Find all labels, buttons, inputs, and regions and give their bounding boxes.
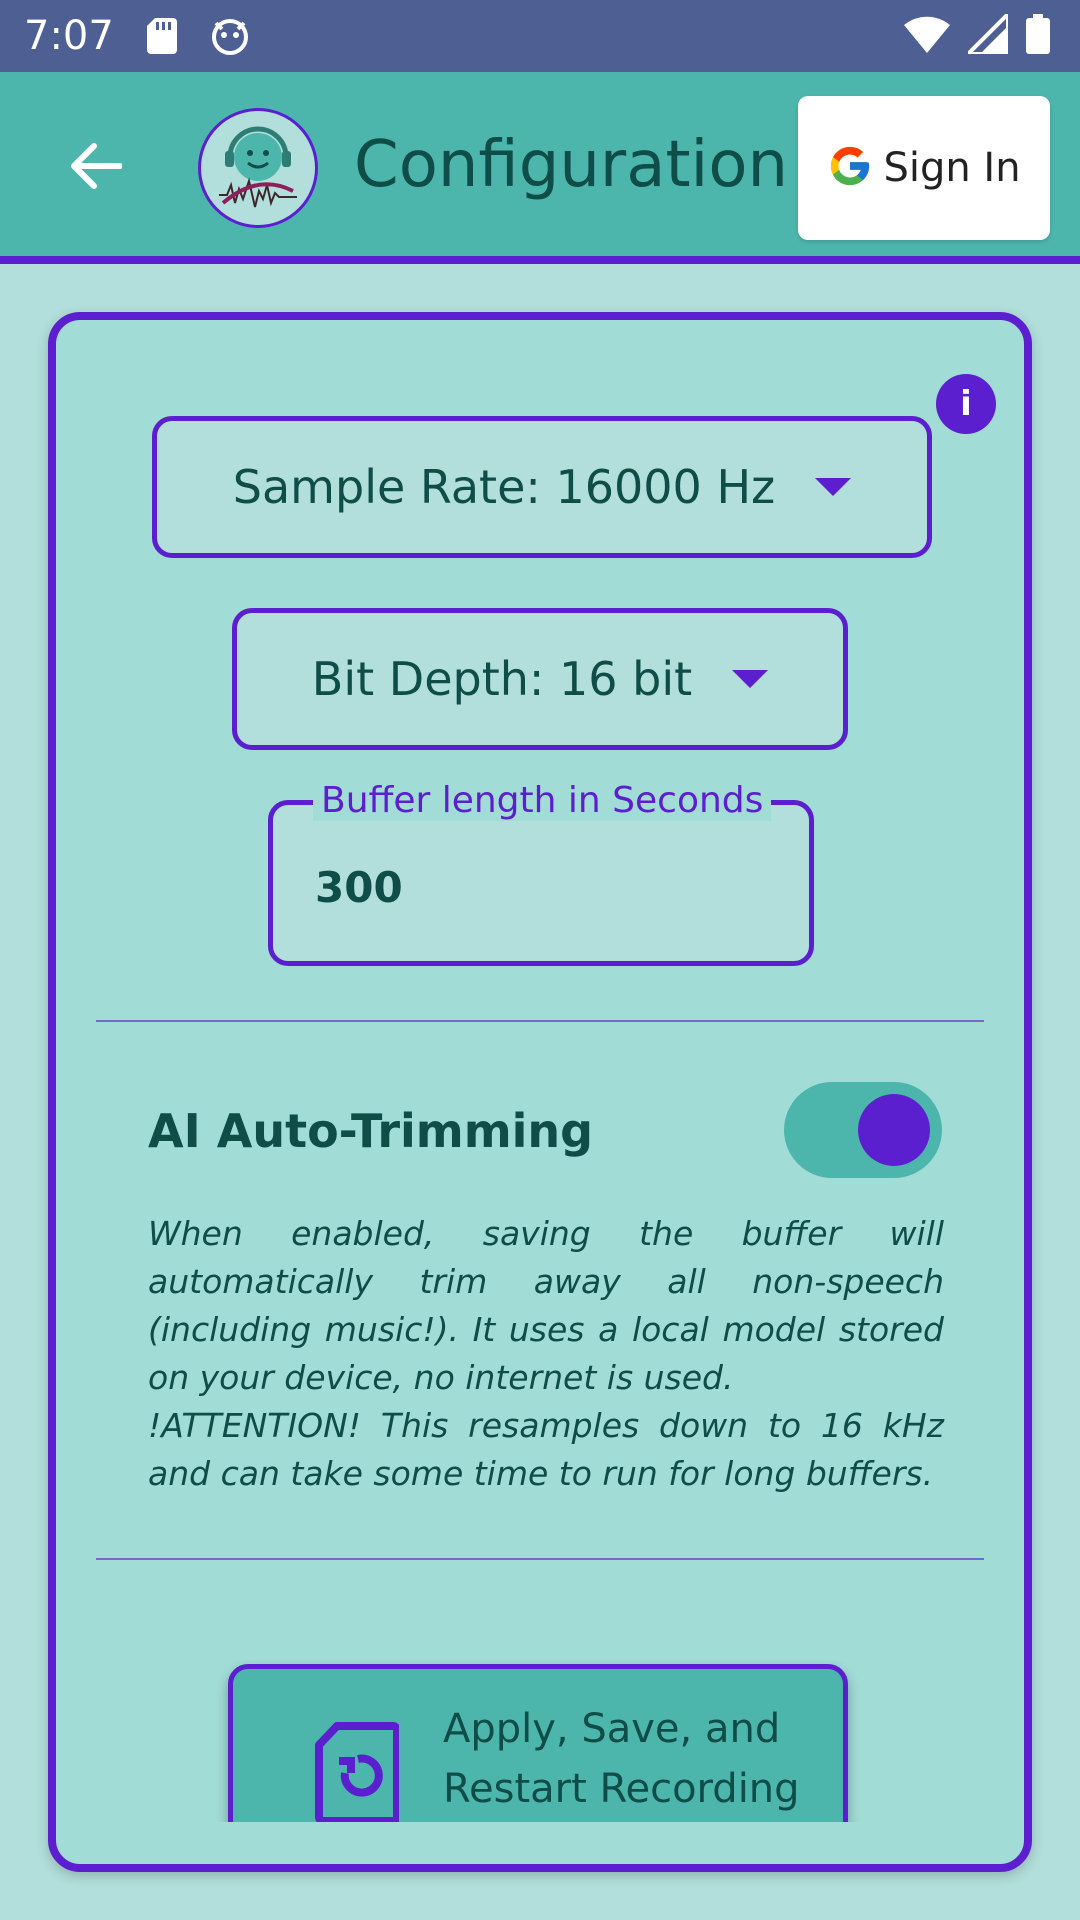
google-sign-in-button[interactable]: Sign In (798, 96, 1050, 240)
apply-save-restart-button[interactable]: Apply, Save, and Restart Recording (228, 1664, 848, 1822)
ai-trim-description: When enabled, saving the buffer will aut… (148, 1214, 944, 1493)
app-logo (198, 108, 318, 228)
dropdown-arrow-icon (732, 670, 769, 688)
divider (96, 1020, 984, 1022)
sample-rate-label: Sample Rate: 16000 Hz (232, 460, 776, 514)
dropdown-arrow-icon (815, 478, 852, 496)
sample-rate-dropdown[interactable]: Sample Rate: 16000 Hz (152, 416, 932, 558)
ai-trim-toggle[interactable] (784, 1082, 942, 1178)
page-title: Configuration (354, 128, 789, 202)
sd-card-icon (142, 16, 182, 56)
ai-trim-label: AI Auto-Trimming (148, 1104, 594, 1158)
divider (96, 1558, 984, 1560)
back-button[interactable] (58, 130, 134, 206)
status-time: 7:07 (24, 13, 114, 59)
cell-signal-icon (963, 9, 1010, 58)
sign-in-label: Sign In (883, 145, 1021, 191)
file-restart-icon (315, 1721, 401, 1822)
battery-icon (1026, 14, 1050, 58)
buffer-length-field[interactable]: Buffer length in Seconds 300 (268, 781, 814, 966)
status-bar: 7:07 (0, 0, 1080, 72)
config-card: i Sample Rate: 16000 Hz Bit Depth: 16 bi… (48, 312, 1032, 1872)
google-g-icon (827, 143, 873, 193)
notification-face-icon (210, 16, 250, 56)
app-bar: Configuration Sign In (0, 72, 1080, 264)
info-icon: i (960, 384, 972, 424)
toggle-knob (858, 1094, 930, 1166)
wifi-icon (904, 15, 950, 57)
bit-depth-dropdown[interactable]: Bit Depth: 16 bit (232, 608, 848, 750)
arrow-left-icon (70, 143, 123, 193)
apply-button-label: Apply, Save, and Restart Recording (443, 1706, 800, 1812)
bit-depth-label: Bit Depth: 16 bit (311, 652, 693, 706)
buffer-length-value[interactable]: 300 (315, 863, 403, 912)
buffer-length-label: Buffer length in Seconds (313, 781, 772, 821)
apply-button-viewport: Apply, Save, and Restart Recording (216, 1660, 884, 1822)
info-button[interactable]: i (936, 374, 996, 434)
